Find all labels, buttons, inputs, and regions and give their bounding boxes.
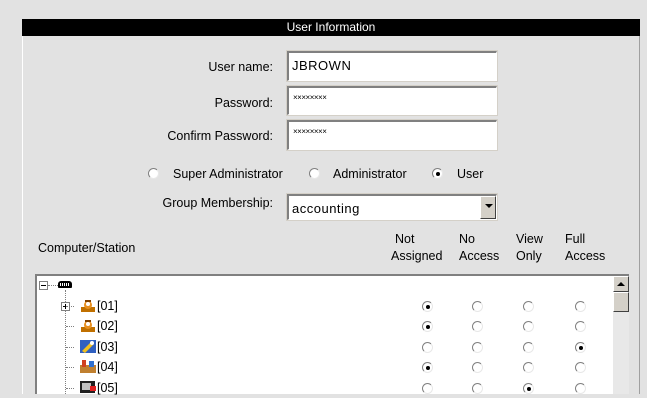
station-label[interactable]: [01]: [97, 298, 118, 314]
access-radio[interactable]: [523, 301, 534, 312]
station-tree[interactable]: [35, 274, 629, 394]
tree-connector: [66, 367, 74, 369]
panel-border-right: [639, 36, 640, 394]
station-label[interactable]: [04]: [97, 359, 118, 375]
group-membership-select[interactable]: accounting: [286, 193, 498, 221]
access-radio[interactable]: [575, 301, 586, 312]
col-not-assigned-header: Not Assigned: [391, 231, 442, 265]
col-no-access-header: No Access: [459, 231, 499, 265]
collapse-root-icon[interactable]: [39, 281, 48, 290]
tree-connector: [66, 388, 74, 390]
scroll-thumb[interactable]: [613, 292, 629, 312]
password-field[interactable]: ××××××××: [286, 85, 498, 116]
col-not-assigned-line1: Not: [395, 232, 415, 246]
role-administrator-label: Administrator: [333, 167, 407, 181]
access-radio[interactable]: [422, 301, 433, 312]
tools-station-icon: [79, 359, 97, 374]
access-radio[interactable]: [575, 383, 586, 394]
access-radio[interactable]: [523, 362, 534, 373]
user-station-icon: [79, 318, 97, 333]
confirm-password-field[interactable]: ××××××××: [286, 119, 498, 151]
access-radio[interactable]: [472, 342, 483, 353]
access-radio[interactable]: [472, 383, 483, 394]
access-radio[interactable]: [472, 301, 483, 312]
section-title: User Information: [286, 20, 376, 34]
col-full-access-header: Full Access: [565, 231, 605, 265]
wrench-station-icon: [79, 339, 97, 354]
access-radio[interactable]: [472, 321, 483, 332]
role-super-administrator-label: Super Administrator: [173, 167, 283, 181]
access-radio[interactable]: [523, 383, 534, 394]
tree-connector: [66, 347, 74, 349]
monitor-station-icon: [79, 380, 97, 395]
col-no-access-line1: No: [459, 232, 475, 246]
confirm-password-label: Confirm Password:: [167, 129, 273, 143]
access-radio[interactable]: [523, 342, 534, 353]
scroll-up-arrow-icon[interactable]: [613, 276, 629, 292]
user-info-title-bar: User Information: [22, 19, 640, 36]
station-column-header: Computer/Station: [38, 241, 136, 255]
access-radio[interactable]: [422, 383, 433, 394]
access-radio[interactable]: [472, 362, 483, 373]
col-no-access-line2: Access: [459, 249, 500, 263]
access-radio[interactable]: [422, 342, 433, 353]
role-administrator-radio[interactable]: [309, 168, 320, 179]
col-not-assigned-line2: Assigned: [391, 249, 443, 263]
access-radio[interactable]: [575, 362, 586, 373]
access-radio[interactable]: [575, 342, 586, 353]
tree-connector: [66, 326, 74, 328]
tree-connector: [66, 306, 74, 308]
role-user-label: User: [457, 167, 484, 181]
col-view-only-line1: View: [516, 232, 543, 246]
username-label: User name:: [208, 60, 273, 74]
station-label[interactable]: [02]: [97, 318, 118, 334]
col-full-access-line1: Full: [565, 232, 586, 246]
keyboard-icon: [58, 281, 72, 288]
station-label[interactable]: [03]: [97, 339, 118, 355]
access-radio[interactable]: [422, 321, 433, 332]
role-user-radio[interactable]: [432, 168, 443, 179]
col-view-only-line2: Only: [516, 249, 542, 263]
password-value: ××××××××: [293, 93, 327, 102]
username-value: JBROWN: [292, 58, 352, 73]
vertical-scrollbar[interactable]: [613, 276, 629, 394]
user-station-icon: [79, 298, 97, 313]
access-radio[interactable]: [422, 362, 433, 373]
group-membership-value: accounting: [292, 201, 360, 216]
access-radio[interactable]: [523, 321, 534, 332]
panel-border-left: [22, 36, 23, 394]
username-field[interactable]: JBROWN: [286, 50, 498, 82]
tree-connector: [48, 285, 58, 287]
password-label: Password:: [214, 96, 273, 110]
col-full-access-line2: Access: [565, 249, 606, 263]
role-super-administrator-radio[interactable]: [148, 168, 159, 179]
confirm-password-value: ××××××××: [293, 127, 327, 136]
group-membership-label: Group Membership:: [162, 196, 273, 210]
access-radio[interactable]: [575, 321, 586, 332]
col-view-only-header: View Only: [516, 231, 543, 265]
chevron-down-icon[interactable]: [480, 196, 496, 219]
